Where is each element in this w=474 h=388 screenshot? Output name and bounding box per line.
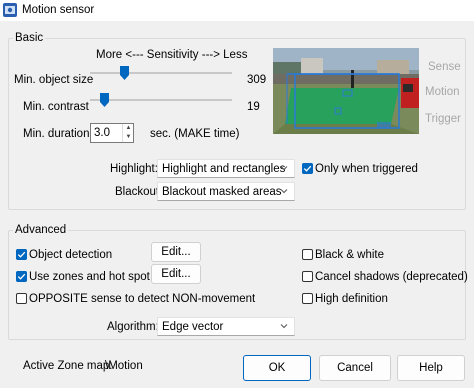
cancel-button[interactable]: Cancel	[319, 355, 391, 381]
opposite-sense-checkbox[interactable]	[16, 293, 27, 304]
title-bar: Motion sensor	[0, 0, 474, 21]
object-detection-checkbox[interactable]	[16, 249, 27, 260]
use-zones-label[interactable]: Use zones and hot spot	[29, 271, 150, 283]
high-definition-label[interactable]: High definition	[315, 293, 388, 305]
min-object-size-value: 309	[247, 74, 267, 86]
camera-preview-image	[273, 48, 419, 134]
black-white-label[interactable]: Black & white	[315, 249, 384, 261]
slider-thumb[interactable]	[120, 66, 130, 80]
opposite-sense-label[interactable]: OPPOSITE sense to detect NON-movement	[29, 293, 255, 305]
algorithm-label: Algorithm:	[107, 321, 159, 333]
ok-button[interactable]: OK	[243, 355, 311, 381]
chevron-down-icon[interactable]: ▼	[125, 133, 132, 141]
sensitivity-header: More <--- Sensitivity ---> Less	[96, 49, 248, 61]
sense-indicator: Sense	[428, 61, 461, 73]
help-button[interactable]: Help	[397, 355, 465, 381]
highlight-select[interactable]: Highlight and rectangles	[157, 159, 295, 178]
window-title: Motion sensor	[22, 4, 95, 16]
only-when-triggered-label[interactable]: Only when triggered	[315, 163, 418, 175]
use-zones-checkbox[interactable]	[16, 271, 27, 282]
object-detection-label[interactable]: Object detection	[29, 249, 112, 261]
cancel-shadows-label[interactable]: Cancel shadows (deprecated)	[315, 271, 468, 283]
min-duration-input[interactable]: 3.0	[94, 127, 110, 139]
basic-group-label: Basic	[13, 32, 46, 44]
min-object-size-label: Min. object size	[14, 74, 94, 86]
slider-track	[90, 72, 232, 74]
high-definition-checkbox[interactable]	[302, 293, 313, 304]
use-zones-edit-button[interactable]: Edit...	[151, 264, 201, 284]
min-contrast-slider[interactable]	[90, 93, 232, 107]
cancel-shadows-checkbox[interactable]	[302, 271, 313, 282]
blackout-label: Blackout:	[115, 186, 163, 198]
app-icon	[3, 3, 17, 17]
black-white-checkbox[interactable]	[302, 249, 313, 260]
slider-thumb[interactable]	[100, 93, 110, 107]
chevron-down-icon	[280, 166, 288, 171]
motion-indicator: Motion	[425, 86, 460, 98]
chevron-up-icon[interactable]: ▲	[125, 124, 132, 132]
blackout-select[interactable]: Blackout masked areas	[157, 182, 295, 201]
highlight-select-value: Highlight and rectangles	[162, 163, 286, 175]
min-contrast-value: 19	[247, 101, 260, 113]
trigger-indicator: Trigger	[425, 113, 461, 125]
min-duration-unit: sec. (MAKE time)	[150, 128, 240, 140]
min-contrast-label: Min. contrast	[23, 101, 89, 113]
min-duration-label: Min. duration	[23, 128, 90, 140]
advanced-group-label: Advanced	[13, 224, 69, 236]
object-detection-edit-button[interactable]: Edit...	[151, 242, 201, 262]
chevron-down-icon	[280, 189, 288, 194]
highlight-label: Highlight:	[110, 163, 158, 175]
min-object-size-slider[interactable]	[90, 66, 232, 80]
min-duration-spinbox[interactable]: 3.0 ▲ ▼	[90, 123, 134, 143]
algorithm-select-value: Edge vector	[162, 321, 224, 333]
only-when-triggered-checkbox[interactable]	[302, 163, 313, 174]
chevron-down-icon	[280, 324, 288, 329]
active-zone-label: Active Zone map:	[23, 360, 113, 372]
algorithm-select[interactable]: Edge vector	[157, 317, 295, 336]
slider-track	[90, 99, 232, 101]
camera-preview	[273, 48, 419, 134]
active-zone-value: \Motion	[105, 360, 143, 372]
blackout-select-value: Blackout masked areas	[162, 186, 282, 198]
